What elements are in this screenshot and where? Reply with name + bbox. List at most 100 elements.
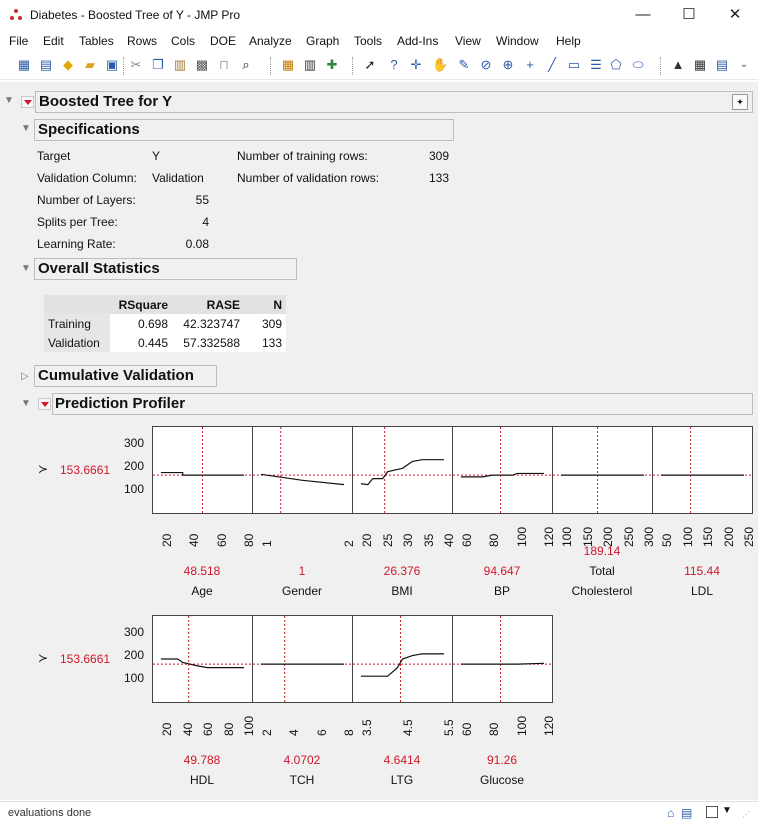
expand-triangle-icon[interactable]: ▷ xyxy=(21,371,29,382)
menu-file[interactable]: File xyxy=(9,34,28,48)
factor-current-value[interactable]: 4.6414 xyxy=(352,753,452,767)
zoom-tool-icon[interactable]: ⊕ xyxy=(500,57,516,73)
arrow-tool-icon[interactable]: ➚ xyxy=(362,57,378,73)
predicted-y-value[interactable]: 153.6661 xyxy=(60,463,110,477)
menu-graph[interactable]: Graph xyxy=(306,34,339,48)
menu-help[interactable]: Help xyxy=(556,34,581,48)
profile-trace-svg xyxy=(453,616,552,702)
python-icon[interactable]: ◆ xyxy=(60,57,76,73)
chart-layout-icon[interactable]: ▤ xyxy=(714,57,730,73)
profile-plot-bp[interactable] xyxy=(452,426,553,514)
x-tick-label: 6 xyxy=(314,729,329,736)
table-layout-icon[interactable]: ▦ xyxy=(692,57,708,73)
menu-edit[interactable]: Edit xyxy=(43,34,64,48)
pin-icon[interactable]: ✦ xyxy=(732,94,748,110)
window-list-icon[interactable]: ▤ xyxy=(681,806,692,820)
search-icon[interactable]: ⌕ xyxy=(238,57,254,73)
open-folder-icon[interactable]: ▰ xyxy=(82,57,98,73)
report-icon[interactable]: ▥ xyxy=(302,57,318,73)
profile-plot-bmi[interactable] xyxy=(352,426,453,514)
chevron-down-icon[interactable]: ▼ xyxy=(722,805,732,816)
profile-plot-gender[interactable] xyxy=(252,426,353,514)
profile-plot-tch[interactable] xyxy=(252,615,353,703)
factor-current-value[interactable]: 91.26 xyxy=(452,753,552,767)
menu-tools[interactable]: Tools xyxy=(354,34,382,48)
profile-plot-glucose[interactable] xyxy=(452,615,553,703)
minimize-button[interactable]: — xyxy=(620,0,666,31)
new-data-table-icon[interactable]: ▦ xyxy=(16,57,32,73)
collapse-triangle-icon[interactable]: ▼ xyxy=(21,398,31,409)
profile-plot-age[interactable] xyxy=(152,426,253,514)
factor-current-value[interactable]: 4.0702 xyxy=(252,753,352,767)
prediction-profiler-header[interactable]: Prediction Profiler xyxy=(52,393,753,415)
lines-tool-icon[interactable]: ☰ xyxy=(588,57,604,73)
lasso-tool-icon[interactable]: ⊘ xyxy=(478,57,494,73)
target-label: Target xyxy=(37,149,71,163)
chevron-down-icon[interactable]: ⌄ xyxy=(736,57,752,73)
new-script-icon[interactable]: ▤ xyxy=(38,57,54,73)
factor-current-value[interactable]: 48.518 xyxy=(152,564,252,578)
x-tick-label: 60 xyxy=(460,533,474,547)
ellipse-tool-icon[interactable]: ⬭ xyxy=(630,57,646,73)
collapse-triangle-icon[interactable]: ▼ xyxy=(21,263,31,274)
profile-trace-svg xyxy=(153,616,252,702)
menu-analyze[interactable]: Analyze xyxy=(249,34,292,48)
triangle-tool-icon[interactable]: ▲ xyxy=(670,57,686,73)
menu-cols[interactable]: Cols xyxy=(171,34,195,48)
profile-plot-hdl[interactable] xyxy=(152,615,253,703)
profile-plot-total[interactable] xyxy=(552,426,653,514)
add-icon[interactable]: ✚ xyxy=(324,57,340,73)
boosted-tree-header[interactable]: Boosted Tree for Y xyxy=(35,91,753,113)
red-triangle-menu-icon[interactable] xyxy=(21,96,34,108)
profile-plot-ldl[interactable] xyxy=(652,426,753,514)
y-tick-label: 300 xyxy=(123,625,144,639)
text-tool-icon[interactable]: ▭ xyxy=(566,57,582,73)
hand-tool-icon[interactable]: ✋ xyxy=(432,57,448,73)
menu-view[interactable]: View xyxy=(455,34,481,48)
predicted-y-value[interactable]: 153.6661 xyxy=(60,652,110,666)
save-icon[interactable]: ▣ xyxy=(104,57,120,73)
menu-doe[interactable]: DOE xyxy=(210,34,236,48)
plus-tool-icon[interactable]: + xyxy=(522,57,538,73)
calculator-icon[interactable]: ▩ xyxy=(194,57,210,73)
n-value: 133 xyxy=(244,333,286,352)
close-button[interactable]: ✕ xyxy=(712,0,758,31)
copy-icon[interactable]: ❐ xyxy=(150,57,166,73)
resize-grip-icon[interactable]: ⋰ xyxy=(742,810,752,820)
prediction-trace-line xyxy=(160,658,245,669)
profile-plot-ltg[interactable] xyxy=(352,615,453,703)
maximize-button[interactable]: ☐ xyxy=(666,0,712,31)
crosshair-tool-icon[interactable]: ✛ xyxy=(408,57,424,73)
cumulative-validation-header[interactable]: Cumulative Validation xyxy=(34,365,217,387)
home-icon[interactable]: ⌂ xyxy=(667,806,674,820)
menu-tables[interactable]: Tables xyxy=(79,34,114,48)
red-triangle-menu-icon[interactable] xyxy=(38,398,51,410)
menu-window[interactable]: Window xyxy=(496,34,539,48)
checkbox-icon[interactable] xyxy=(706,806,718,818)
factor-current-value[interactable]: 94.647 xyxy=(452,564,552,578)
cut-icon[interactable]: ✂ xyxy=(128,57,144,73)
factor-current-value[interactable]: 115.44 xyxy=(652,564,752,578)
report-title: Boosted Tree for Y xyxy=(39,93,173,110)
collapse-triangle-icon[interactable]: ▼ xyxy=(21,123,31,134)
data-grid-icon[interactable]: ▦ xyxy=(280,57,296,73)
line-tool-icon[interactable]: ╱ xyxy=(544,57,560,73)
rase-value: 57.332588 xyxy=(172,333,244,352)
x-tick-label: 2 xyxy=(342,540,356,547)
factor-current-value[interactable]: 189.14 xyxy=(552,544,652,558)
collapse-triangle-icon[interactable]: ▼ xyxy=(4,95,14,106)
lock-icon[interactable]: ⊓ xyxy=(216,57,232,73)
factor-current-value[interactable]: 1 xyxy=(252,564,352,578)
help-tool-icon[interactable]: ? xyxy=(386,57,402,73)
factor-name: Total xyxy=(589,564,615,578)
menu-add-ins[interactable]: Add-Ins xyxy=(397,34,438,48)
specifications-header[interactable]: Specifications xyxy=(34,119,454,141)
paste-icon[interactable]: ▥ xyxy=(172,57,188,73)
factor-current-value[interactable]: 49.788 xyxy=(152,753,252,767)
factor-current-value[interactable]: 26.376 xyxy=(352,564,452,578)
menu-rows[interactable]: Rows xyxy=(127,34,157,48)
overall-statistics-header[interactable]: Overall Statistics xyxy=(34,258,297,280)
polygon-tool-icon[interactable]: ⬠ xyxy=(608,57,624,73)
brush-tool-icon[interactable]: ✎ xyxy=(456,57,472,73)
x-tick-label: 1 xyxy=(260,540,274,547)
